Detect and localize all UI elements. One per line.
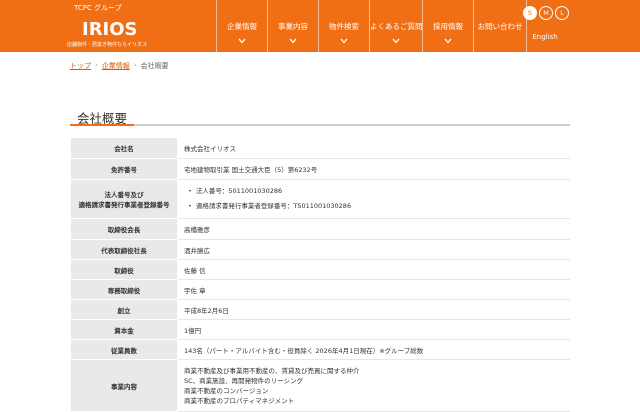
chevron-down-icon — [444, 38, 452, 44]
table-row: 取締役 佐藤 信 — [70, 259, 570, 280]
row-label: 会社名 — [70, 137, 178, 159]
table-row: 会社名 株式会社イリオス — [70, 137, 570, 159]
title-divider-accent — [70, 124, 134, 126]
list-item: 適格請求書発行事業者登録番号：T5011001030286 — [188, 199, 570, 214]
table-row: 専務取締役 宇佐 章 — [70, 279, 570, 300]
row-label: 従業員数 — [70, 339, 178, 360]
nav-label: 事業内容 — [278, 22, 308, 31]
list-item: 商業不動産のプロパティマネジメント — [184, 396, 295, 405]
row-value: 高橋雅彦 — [177, 218, 570, 240]
row-value: 商業不動産及び事業用不動産の、賃貸及び売買に関する仲介 SC、商業施設、再開発物… — [177, 359, 570, 412]
row-value: 法人番号：5011001030286 適格請求書発行事業者登録番号：T50110… — [177, 179, 570, 219]
list-item: 商業不動産のコンバージョン — [184, 386, 269, 395]
chevron-right-icon: › — [95, 61, 98, 69]
logo-tagline: 店舗物件・居抜き物件ならイリオス — [67, 42, 148, 48]
list-item: 法人番号：5011001030286 — [188, 184, 570, 199]
table-row: 免許番号 宅地建物取引業 国土交通大臣（5）第6232号 — [70, 158, 570, 180]
breadcrumb-current: 会社概要 — [140, 62, 169, 70]
nav-label: お問い合わせ — [477, 22, 523, 31]
breadcrumb: トップ › 企業情報 › 会社概要 — [70, 61, 169, 71]
site-header: TCPC グループ IRIOS 店舗物件・居抜き物件ならイリオス 企業情報 事業… — [0, 0, 640, 52]
chevron-down-icon — [340, 38, 348, 44]
row-value: 佐藤 信 — [177, 259, 570, 280]
table-row: 法人番号及び 適格請求書発行事業者登録番号 法人番号：5011001030286… — [70, 179, 570, 219]
row-value: 株式会社イリオス — [177, 137, 570, 159]
nav-item-company[interactable]: 企業情報 — [216, 0, 267, 52]
table-row: 取締役会長 高橋雅彦 — [70, 218, 570, 240]
table-row: 従業員数 143名（パート・アルバイト含む・役員除く 2026年4月1日現在）※… — [70, 339, 570, 360]
row-label: 取締役 — [70, 259, 178, 280]
row-value: 1億円 — [177, 319, 570, 340]
chevron-down-icon — [289, 38, 297, 44]
global-nav: 企業情報 事業内容 物件検索 よくあるご質問 採用情報 お問い合わせ — [216, 0, 527, 52]
nav-item-business[interactable]: 事業内容 — [267, 0, 318, 52]
company-info-table: 会社名 株式会社イリオス 免許番号 宅地建物取引業 国土交通大臣（5）第6232… — [70, 137, 570, 412]
row-value: 平成8年2月6日 — [177, 299, 570, 320]
table-row: 代表取締役社長 酒井勝広 — [70, 239, 570, 260]
row-value: 143名（パート・アルバイト含む・役員除く 2026年4月1日現在）※グループ総… — [177, 339, 570, 360]
list-item: 商業不動産及び事業用不動産の、賃貸及び売買に関する仲介 — [184, 366, 360, 375]
nav-item-property-search[interactable]: 物件検索 — [318, 0, 369, 52]
font-size-medium-button[interactable]: M — [539, 6, 553, 20]
logo-icon: IRIOS — [82, 19, 138, 38]
breadcrumb-home-link[interactable]: トップ — [70, 61, 91, 71]
row-label-line: 法人番号及び — [104, 191, 144, 199]
table-row: 事業内容 商業不動産及び事業用不動産の、賃貸及び売買に関する仲介 SC、商業施設… — [70, 359, 570, 412]
table-row: 資本金 1億円 — [70, 319, 570, 340]
row-label-line: 適格請求書発行事業者登録番号 — [78, 201, 170, 209]
row-label: 免許番号 — [70, 158, 178, 180]
nav-label: 採用情報 — [433, 22, 463, 31]
font-size-large-button[interactable]: L — [555, 6, 569, 20]
row-label: 法人番号及び 適格請求書発行事業者登録番号 — [70, 179, 178, 219]
row-value: 宅地建物取引業 国土交通大臣（5）第6232号 — [177, 158, 570, 180]
row-label: 資本金 — [70, 319, 178, 340]
font-size-switcher: S M L — [523, 6, 569, 20]
logo-mark: IRIOS — [82, 16, 140, 38]
font-size-small-button[interactable]: S — [523, 6, 537, 20]
english-link[interactable]: English — [520, 33, 570, 41]
nav-item-recruit[interactable]: 採用情報 — [422, 0, 473, 52]
row-label: 代表取締役社長 — [70, 239, 178, 260]
row-value: 酒井勝広 — [177, 239, 570, 260]
chevron-down-icon — [392, 38, 400, 44]
logo-text: IRIOS — [82, 19, 138, 38]
row-label: 専務取締役 — [70, 279, 178, 300]
nav-item-faq[interactable]: よくあるご質問 — [369, 0, 423, 52]
chevron-right-icon: › — [133, 61, 137, 69]
group-label: TCPC グループ — [74, 4, 122, 12]
nav-label: 企業情報 — [227, 22, 257, 31]
bullet-list: 法人番号：5011001030286 適格請求書発行事業者登録番号：T50110… — [184, 184, 570, 214]
site-logo[interactable]: TCPC グループ IRIOS 店舗物件・居抜き物件ならイリオス — [64, 2, 156, 50]
table-row: 創立 平成8年2月6日 — [70, 299, 570, 320]
row-label: 創立 — [70, 299, 178, 320]
list-item: SC、商業施設、再開発物件のリーシング — [184, 376, 304, 385]
row-label: 事業内容 — [70, 359, 178, 412]
row-label: 取締役会長 — [70, 218, 178, 240]
title-divider — [70, 124, 570, 126]
nav-label: 物件検索 — [329, 22, 359, 31]
nav-item-contact[interactable]: お問い合わせ — [473, 0, 527, 52]
row-value: 宇佐 章 — [177, 279, 570, 300]
nav-label: よくあるご質問 — [370, 22, 423, 31]
breadcrumb-company-link[interactable]: 企業情報 — [102, 61, 130, 71]
chevron-down-icon — [238, 38, 246, 44]
